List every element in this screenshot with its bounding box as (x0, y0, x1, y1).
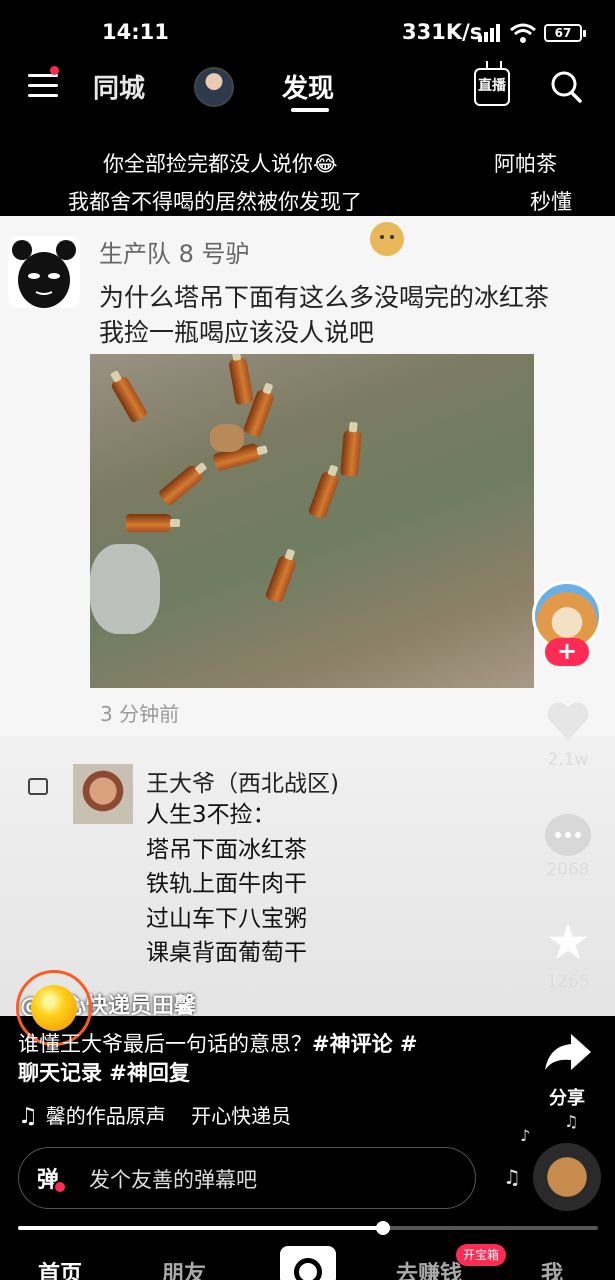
danmu-input[interactable]: 弹 发个友善的弹幕吧 (18, 1147, 476, 1209)
tab-active-indicator (291, 108, 329, 112)
reply-line: 过山车下八宝粥 (146, 905, 307, 932)
like-count: 2.1w (547, 750, 589, 770)
following-avatar[interactable] (194, 67, 234, 107)
status-bar: 14:11 331K/s 67 (0, 0, 615, 66)
share-icon[interactable] (543, 1030, 593, 1074)
doge-emoji-icon (370, 222, 404, 256)
reply-text: 人生3不捡： 塔吊下面冰红茶 铁轨上面牛肉干 过山车下八宝粥 课桌背面葡萄干 (146, 798, 307, 971)
share-label[interactable]: 分享 (549, 1084, 585, 1110)
reply-line: 铁轨上面牛肉干 (146, 871, 307, 897)
post-line: 为什么塔吊下面有这么多没喝完的冰红茶 (99, 283, 550, 312)
comment-icon (28, 778, 48, 795)
reply-line: 人生3不捡： (146, 802, 276, 828)
create-button[interactable] (280, 1246, 336, 1280)
post-line: 我捡一瓶喝应该没人说吧 (99, 318, 375, 347)
earn-badge: 开宝箱 (456, 1244, 507, 1266)
video-player[interactable]: 生产队 8 号驴 为什么塔吊下面有这么多没喝完的冰红茶 我捡一瓶喝应该没人说吧 … (0, 216, 615, 1016)
music-author: 开心快递员 (191, 1104, 292, 1128)
comment-count: 2068 (546, 860, 590, 880)
reply-line: 塔吊下面冰红茶 (146, 836, 307, 863)
music-title: 馨的作品原声 (45, 1104, 166, 1128)
favorite-count: 1265 (546, 972, 590, 992)
music-note-icon: ♫ (503, 1165, 521, 1189)
danmaku-item: 秒懂 (530, 190, 572, 214)
danmu-placeholder: 发个友善的弹幕吧 (89, 1168, 257, 1192)
music-disc[interactable] (533, 1143, 601, 1211)
reply-card: 王大爷（西北战区) 人生3不捡： 塔吊下面冰红茶 铁轨上面牛肉干 过山车下八宝粥… (0, 736, 615, 1016)
heart-icon (547, 702, 589, 740)
post-username: 生产队 8 号驴 (99, 240, 250, 268)
danmaku-item: 你全部捡完都没人说你😂 (103, 152, 338, 176)
wifi-icon (510, 23, 536, 43)
top-nav: 同城 发现 直播 (0, 60, 615, 116)
battery-icon: 67 (544, 24, 586, 42)
network-speed: 331K/s (402, 20, 483, 44)
post-text: 为什么塔吊下面有这么多没喝完的冰红茶 我捡一瓶喝应该没人说吧 (99, 280, 549, 350)
music-note-icon: ♫ (18, 1104, 38, 1129)
danmu-check-icon (53, 1180, 67, 1194)
status-time: 14:11 (102, 20, 169, 44)
tab-city[interactable]: 同城 (93, 68, 145, 105)
menu-icon[interactable] (28, 74, 58, 100)
follow-button[interactable]: + (545, 638, 589, 666)
comment-bubble-icon (545, 814, 591, 856)
post-time: 3 分钟前 (100, 702, 180, 726)
nav-friends[interactable]: 朋友 (162, 1256, 206, 1280)
notification-dot (50, 66, 59, 75)
search-icon[interactable] (550, 70, 582, 104)
tab-discover[interactable]: 发现 (282, 68, 334, 105)
playback-progress[interactable] (18, 1221, 598, 1235)
danmaku-item: 阿帕茶 (494, 152, 557, 176)
favorite-button[interactable]: ★ 1265 (537, 916, 599, 992)
like-button[interactable]: 2.1w (537, 700, 599, 770)
hashtags[interactable]: #神评论 # (312, 1032, 418, 1056)
post-photo (90, 354, 534, 688)
music-note-icon: ♪ (520, 1126, 531, 1145)
reply-username: 王大爷（西北战区) (146, 771, 339, 797)
nav-home[interactable]: 首页 (38, 1256, 82, 1280)
nav-me[interactable]: 我 (541, 1256, 563, 1280)
post-avatar (8, 236, 80, 308)
hashtags[interactable]: 聊天记录 #神回复 (18, 1061, 190, 1085)
comment-button[interactable]: 2068 (537, 814, 599, 880)
reply-avatar (73, 764, 133, 824)
star-icon: ★ (545, 913, 591, 971)
music-info[interactable]: ♫ 馨的作品原声 开心快递员 (18, 1100, 338, 1129)
signal-icon (478, 24, 500, 42)
progress-handle[interactable] (376, 1221, 391, 1235)
bottom-nav: 首页 朋友 去赚钱 开宝箱 我 (0, 1240, 615, 1280)
music-note-icon: ♫ (564, 1112, 579, 1131)
live-icon[interactable]: 直播 (474, 68, 510, 106)
screenshot-post: 生产队 8 号驴 为什么塔吊下面有这么多没喝完的冰红茶 我捡一瓶喝应该没人说吧 … (0, 216, 615, 736)
danmaku-item: 我都舍不得喝的居然被你发现了 (68, 190, 362, 214)
video-caption[interactable]: 谁懂王大爷最后一句话的意思？#神评论 # 聊天记录 #神回复 (18, 1030, 458, 1088)
nav-earn[interactable]: 去赚钱 (396, 1256, 462, 1280)
reply-line: 课桌背面葡萄干 (146, 940, 307, 966)
